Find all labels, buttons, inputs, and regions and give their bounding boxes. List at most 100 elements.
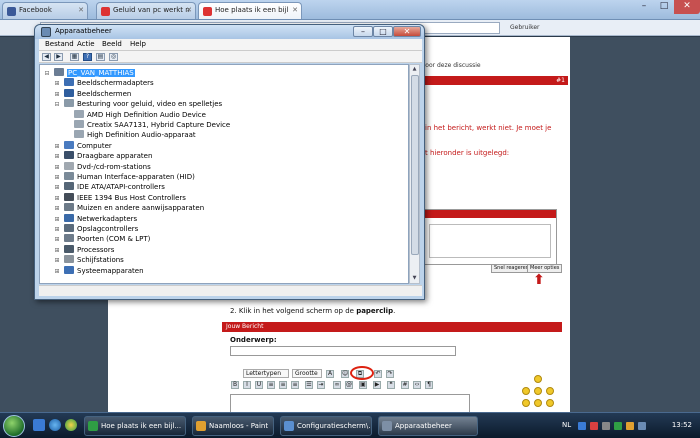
html-icon[interactable]: ‹› bbox=[413, 381, 421, 389]
tree-node[interactable]: ⊞ Beeldschermadapters bbox=[54, 78, 154, 88]
tree-node[interactable]: AMD High Definition Audio Device bbox=[64, 109, 206, 120]
tree-expander-icon[interactable]: ⊟ bbox=[54, 100, 60, 110]
taskbar-task-button[interactable]: Configuratiescherm\... bbox=[280, 416, 372, 436]
user-menu[interactable]: Gebruiker bbox=[510, 22, 570, 34]
list-icon[interactable]: ☰ bbox=[305, 381, 313, 389]
browser-close-button[interactable]: ✕ bbox=[674, 0, 700, 14]
menu-actie[interactable]: Actie bbox=[77, 40, 95, 48]
smiley-icon[interactable] bbox=[546, 399, 554, 407]
forward-icon[interactable]: ▶ bbox=[54, 53, 63, 61]
tree-node[interactable]: ⊞ Netwerkadapters bbox=[54, 213, 137, 224]
scroll-down-icon[interactable]: ▼ bbox=[410, 274, 419, 283]
post-number[interactable]: #1 bbox=[556, 76, 565, 85]
chrome-icon[interactable] bbox=[65, 419, 77, 431]
tab-geluid[interactable]: Geluid van pc werkt n ✕ bbox=[96, 2, 196, 19]
quick-reply-button[interactable]: Snel reageren bbox=[491, 264, 532, 273]
clock[interactable]: 13:52 bbox=[672, 421, 692, 429]
language-indicator[interactable]: NL bbox=[562, 421, 571, 429]
tree-node[interactable]: Creatix SAA7131, Hybrid Capture Device bbox=[64, 120, 230, 130]
tree-node[interactable]: ⊟ PC_VAN_MATTHIAS bbox=[44, 68, 135, 78]
tree-node[interactable]: ⊞ Schijfstations bbox=[54, 255, 124, 265]
redo-icon[interactable]: ↷ bbox=[386, 370, 394, 378]
taskbar-task-button[interactable]: Hoe plaats ik een bijl... bbox=[84, 416, 186, 436]
tree-node[interactable]: ⊞ Muizen en andere aanwijsapparaten bbox=[54, 203, 204, 213]
menu-beeld[interactable]: Beeld bbox=[102, 40, 122, 48]
back-icon[interactable]: ◀ bbox=[42, 53, 51, 61]
menu-bestand[interactable]: Bestand bbox=[45, 40, 74, 48]
tab-close-icon[interactable]: ✕ bbox=[78, 6, 84, 14]
browser-minimize-button[interactable]: – bbox=[634, 0, 654, 14]
close-button[interactable]: ✕ bbox=[393, 26, 421, 37]
italic-icon[interactable]: I bbox=[243, 381, 251, 389]
tray-network-icon[interactable] bbox=[578, 422, 586, 430]
align-center-icon[interactable]: ≡ bbox=[279, 381, 287, 389]
internet-explorer-icon[interactable] bbox=[49, 419, 61, 431]
properties-icon[interactable]: ▤ bbox=[96, 53, 105, 61]
device-manager-titlebar[interactable]: Apparaatbeheer – □ ✕ bbox=[35, 25, 424, 39]
tab-hoe-plaats[interactable]: Hoe plaats ik een bijl ✕ bbox=[198, 2, 302, 19]
smiley-icon[interactable] bbox=[534, 387, 542, 395]
tree-node[interactable]: ⊟ Besturing voor geluid, video en spellet… bbox=[54, 99, 222, 109]
smiley-icon[interactable] bbox=[522, 387, 530, 395]
smiley-icon[interactable] bbox=[534, 375, 542, 383]
tray-volume-icon[interactable] bbox=[602, 422, 610, 430]
tree-node[interactable]: ⊞ Computer bbox=[54, 140, 112, 151]
quote-icon[interactable]: ❝ bbox=[387, 381, 395, 389]
scroll-up-icon[interactable]: ▲ bbox=[410, 65, 419, 74]
tree-expander-icon[interactable]: ⊞ bbox=[54, 267, 60, 277]
align-left-icon[interactable]: ≡ bbox=[267, 381, 275, 389]
tree-node[interactable]: ⊞ IDE ATA/ATAPI-controllers bbox=[54, 182, 165, 192]
video-icon[interactable]: ▶ bbox=[373, 381, 381, 389]
indent-icon[interactable]: ⇥ bbox=[317, 381, 325, 389]
code-icon[interactable]: # bbox=[401, 381, 409, 389]
bold-icon[interactable]: B bbox=[231, 381, 239, 389]
tree-node[interactable]: ⊞ Human Interface-apparaten (HID) bbox=[54, 172, 195, 182]
taskbar-task-button[interactable]: Apparaatbeheer bbox=[378, 416, 478, 436]
tree-node[interactable]: ⊞ Systeemapparaten bbox=[54, 265, 144, 277]
start-button[interactable] bbox=[3, 415, 25, 437]
tree-node[interactable]: ⊞ Dvd-/cd-rom-stations bbox=[54, 161, 151, 172]
underline-icon[interactable]: U bbox=[255, 381, 263, 389]
link-icon[interactable]: ∞ bbox=[333, 381, 341, 389]
tray-antivirus-icon[interactable] bbox=[590, 422, 598, 430]
maximize-button[interactable]: □ bbox=[373, 26, 393, 37]
size-select[interactable]: Grootte bbox=[292, 369, 322, 378]
menu-help[interactable]: Help bbox=[130, 40, 146, 48]
view-icon[interactable]: ▦ bbox=[70, 53, 79, 61]
smiley-icon[interactable]: ☺ bbox=[341, 370, 349, 378]
font-color-icon[interactable]: A bbox=[326, 370, 334, 378]
tree-scrollbar[interactable]: ▲ ▼ bbox=[409, 64, 420, 284]
smiley-icon[interactable] bbox=[522, 399, 530, 407]
tray-app-icon[interactable] bbox=[614, 422, 622, 430]
email-icon[interactable]: @ bbox=[345, 381, 353, 389]
php-icon[interactable]: ¶ bbox=[425, 381, 433, 389]
tree-node[interactable]: High Definition Audio-apparaat bbox=[64, 130, 196, 140]
tree-expander-icon[interactable]: ⊟ bbox=[44, 69, 50, 79]
subject-input[interactable] bbox=[230, 346, 456, 356]
smiley-icon[interactable] bbox=[534, 399, 542, 407]
tree-node[interactable]: ⊞ IEEE 1394 Bus Host Controllers bbox=[54, 192, 186, 203]
browser-maximize-button[interactable]: □ bbox=[654, 0, 674, 14]
scan-hardware-icon[interactable]: ◎ bbox=[109, 53, 118, 61]
tab-close-icon[interactable]: ✕ bbox=[186, 6, 192, 14]
tab-facebook[interactable]: Facebook ✕ bbox=[2, 2, 88, 19]
tab-close-icon[interactable]: ✕ bbox=[292, 6, 298, 14]
tray-update-icon[interactable] bbox=[626, 422, 634, 430]
tree-node[interactable]: ⊞ Processors bbox=[54, 244, 114, 255]
show-desktop-icon[interactable] bbox=[33, 419, 45, 431]
font-select[interactable]: Lettertypen bbox=[243, 369, 289, 378]
tree-node[interactable]: ⊞ Poorten (COM & LPT) bbox=[54, 234, 150, 244]
align-right-icon[interactable]: ≡ bbox=[291, 381, 299, 389]
help-icon[interactable]: ? bbox=[83, 53, 92, 61]
message-textarea[interactable] bbox=[230, 394, 470, 412]
minimize-button[interactable]: – bbox=[353, 26, 373, 37]
tree-node[interactable]: ⊞ Beeldschermen bbox=[54, 88, 131, 99]
taskbar-task-button[interactable]: Naamloos - Paint bbox=[192, 416, 274, 436]
undo-icon[interactable]: ↶ bbox=[374, 370, 382, 378]
smiley-icon[interactable] bbox=[546, 387, 554, 395]
tray-monitor-icon[interactable] bbox=[638, 422, 646, 430]
image-icon[interactable]: ▣ bbox=[359, 381, 367, 389]
tree-node[interactable]: ⊞ Draagbare apparaten bbox=[54, 151, 152, 161]
tree-node[interactable]: ⊞ Opslagcontrollers bbox=[54, 224, 138, 234]
scroll-thumb[interactable] bbox=[411, 75, 419, 255]
